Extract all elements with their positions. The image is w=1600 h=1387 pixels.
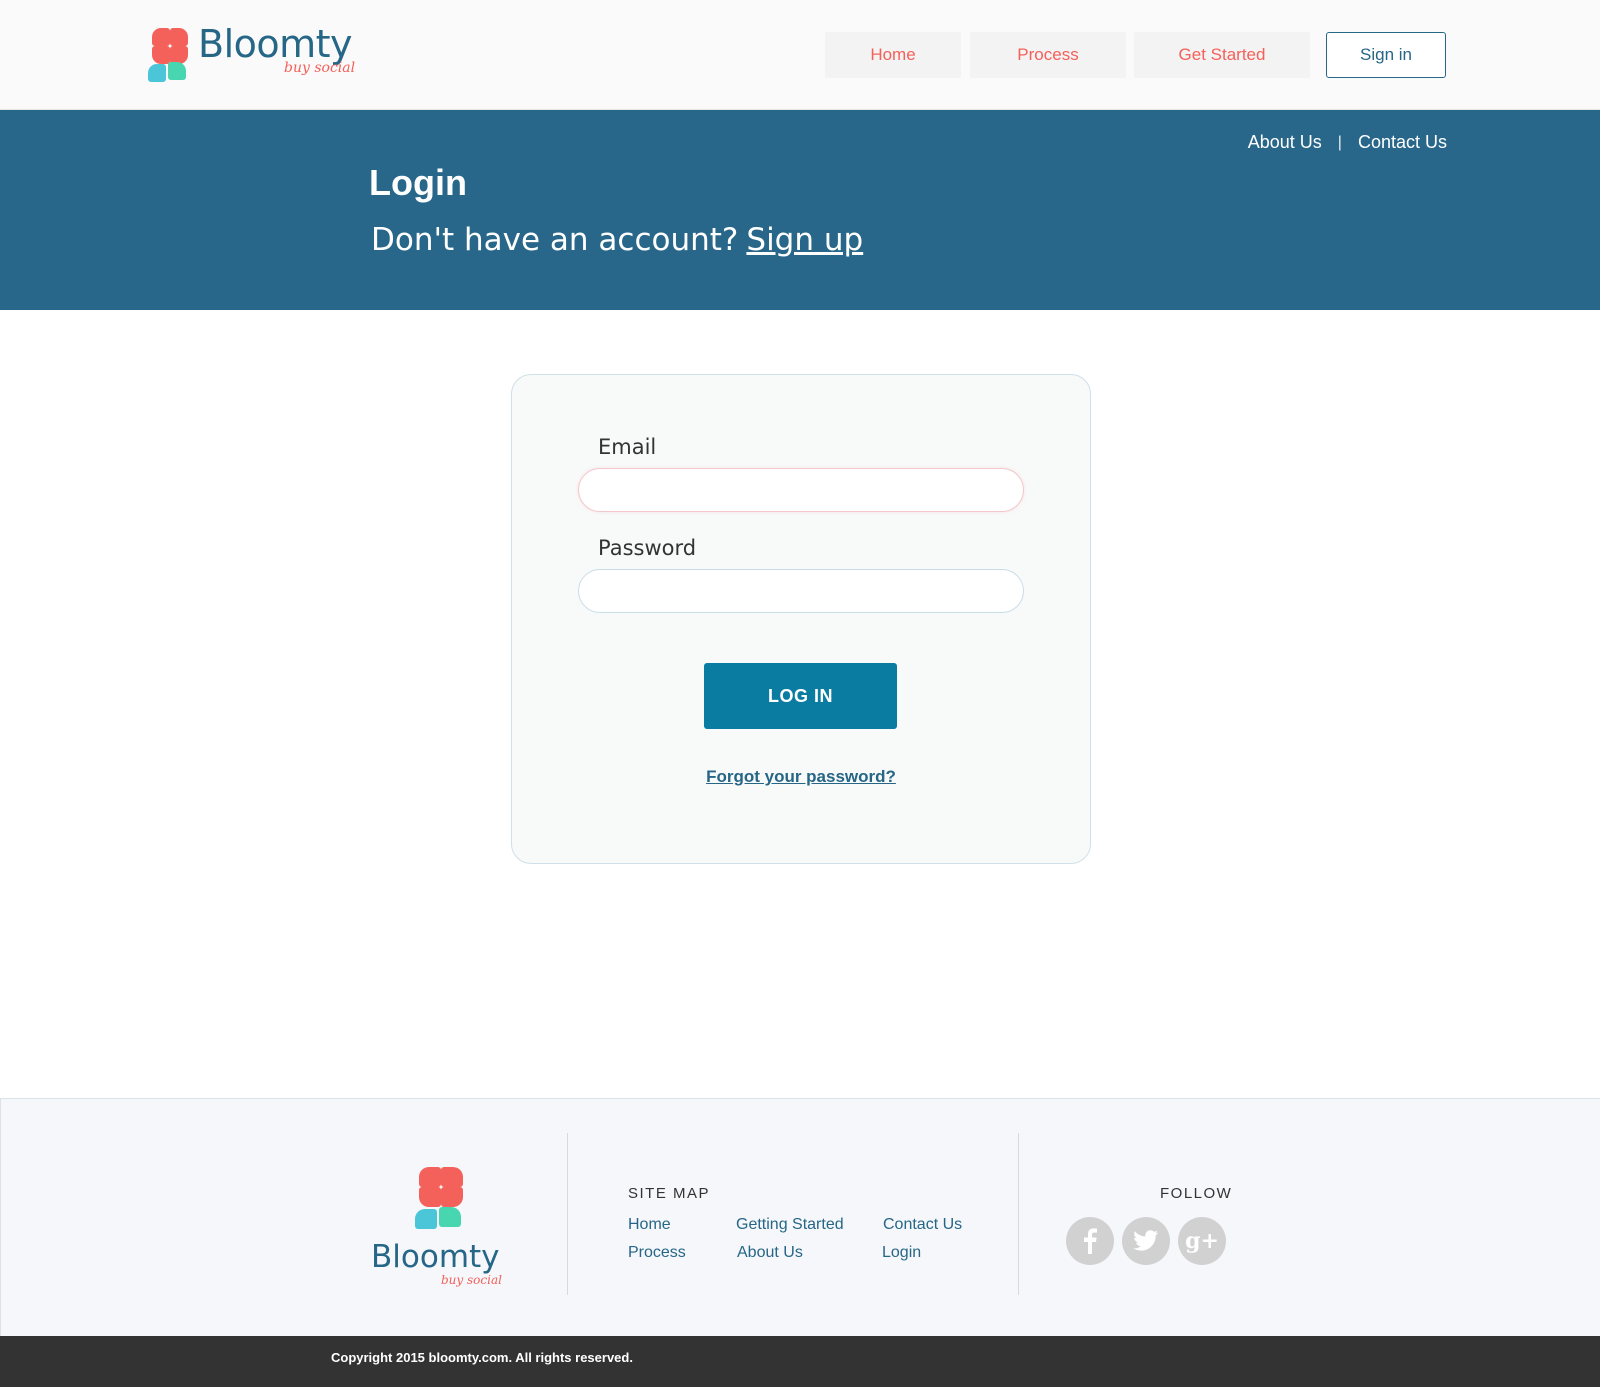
facebook-icon[interactable] xyxy=(1066,1217,1114,1265)
password-label: Password xyxy=(598,536,697,560)
google-plus-icon[interactable]: g+ xyxy=(1178,1217,1226,1265)
contact-us-link[interactable]: Contact Us xyxy=(1358,132,1447,153)
brand-logo[interactable]: Bloomty buy social xyxy=(148,22,368,84)
sign-in-button[interactable]: Sign in xyxy=(1326,32,1446,78)
nav-get-started[interactable]: Get Started xyxy=(1134,32,1310,78)
sign-up-link[interactable]: Sign up xyxy=(746,222,863,258)
follow-heading: FOLLOW xyxy=(1160,1185,1233,1202)
sitemap-link-process[interactable]: Process xyxy=(628,1244,686,1262)
sitemap-link-login[interactable]: Login xyxy=(882,1244,921,1262)
footer-logo[interactable]: Bloomty buy social xyxy=(371,1167,521,1292)
sitemap-heading: SITE MAP xyxy=(628,1185,711,1202)
sitemap-link-contact-us[interactable]: Contact Us xyxy=(883,1216,962,1234)
about-us-link[interactable]: About Us xyxy=(1248,132,1322,153)
forgot-password-link[interactable]: Forgot your password? xyxy=(706,767,896,786)
copyright-text: Copyright 2015 bloomty.com. All rights r… xyxy=(331,1350,633,1365)
flower-logo-icon xyxy=(148,28,188,82)
copyright-bar: Copyright 2015 bloomty.com. All rights r… xyxy=(0,1336,1600,1387)
login-card: Email Password LOG IN Forgot your passwo… xyxy=(511,374,1091,864)
facebook-glyph xyxy=(1084,1228,1097,1254)
divider xyxy=(567,1133,568,1295)
nav-separator: | xyxy=(1337,133,1342,151)
nav-process[interactable]: Process xyxy=(970,32,1126,78)
page-banner: About Us | Contact Us Login Don't have a… xyxy=(0,110,1600,310)
signup-prompt-text: Don't have an account? xyxy=(371,222,739,258)
twitter-icon[interactable] xyxy=(1122,1217,1170,1265)
sitemap-link-about-us[interactable]: About Us xyxy=(737,1244,803,1262)
twitter-glyph xyxy=(1133,1230,1159,1251)
password-field[interactable] xyxy=(578,569,1024,613)
footer-brand-name: Bloomty xyxy=(371,1239,500,1275)
forgot-password-row: Forgot your password? xyxy=(512,767,1090,787)
brand-tagline: buy social xyxy=(284,60,356,76)
email-label: Email xyxy=(598,435,657,459)
footer-brand-tagline: buy social xyxy=(441,1273,502,1287)
email-field[interactable] xyxy=(578,468,1024,512)
sitemap-link-home[interactable]: Home xyxy=(628,1216,671,1234)
secondary-nav: About Us | Contact Us xyxy=(1248,132,1447,153)
divider xyxy=(1018,1133,1019,1295)
site-footer: Bloomty buy social SITE MAP Home Process… xyxy=(0,1098,1600,1336)
flower-logo-icon xyxy=(415,1167,465,1233)
signup-prompt: Don't have an account? Sign up xyxy=(371,222,863,258)
log-in-button[interactable]: LOG IN xyxy=(704,663,897,729)
site-header: Bloomty buy social Home Process Get Star… xyxy=(0,0,1600,110)
sitemap-link-getting-started[interactable]: Getting Started xyxy=(736,1216,844,1234)
google-plus-glyph: g+ xyxy=(1185,1228,1219,1254)
page-title: Login xyxy=(369,162,467,203)
nav-home[interactable]: Home xyxy=(825,32,961,78)
